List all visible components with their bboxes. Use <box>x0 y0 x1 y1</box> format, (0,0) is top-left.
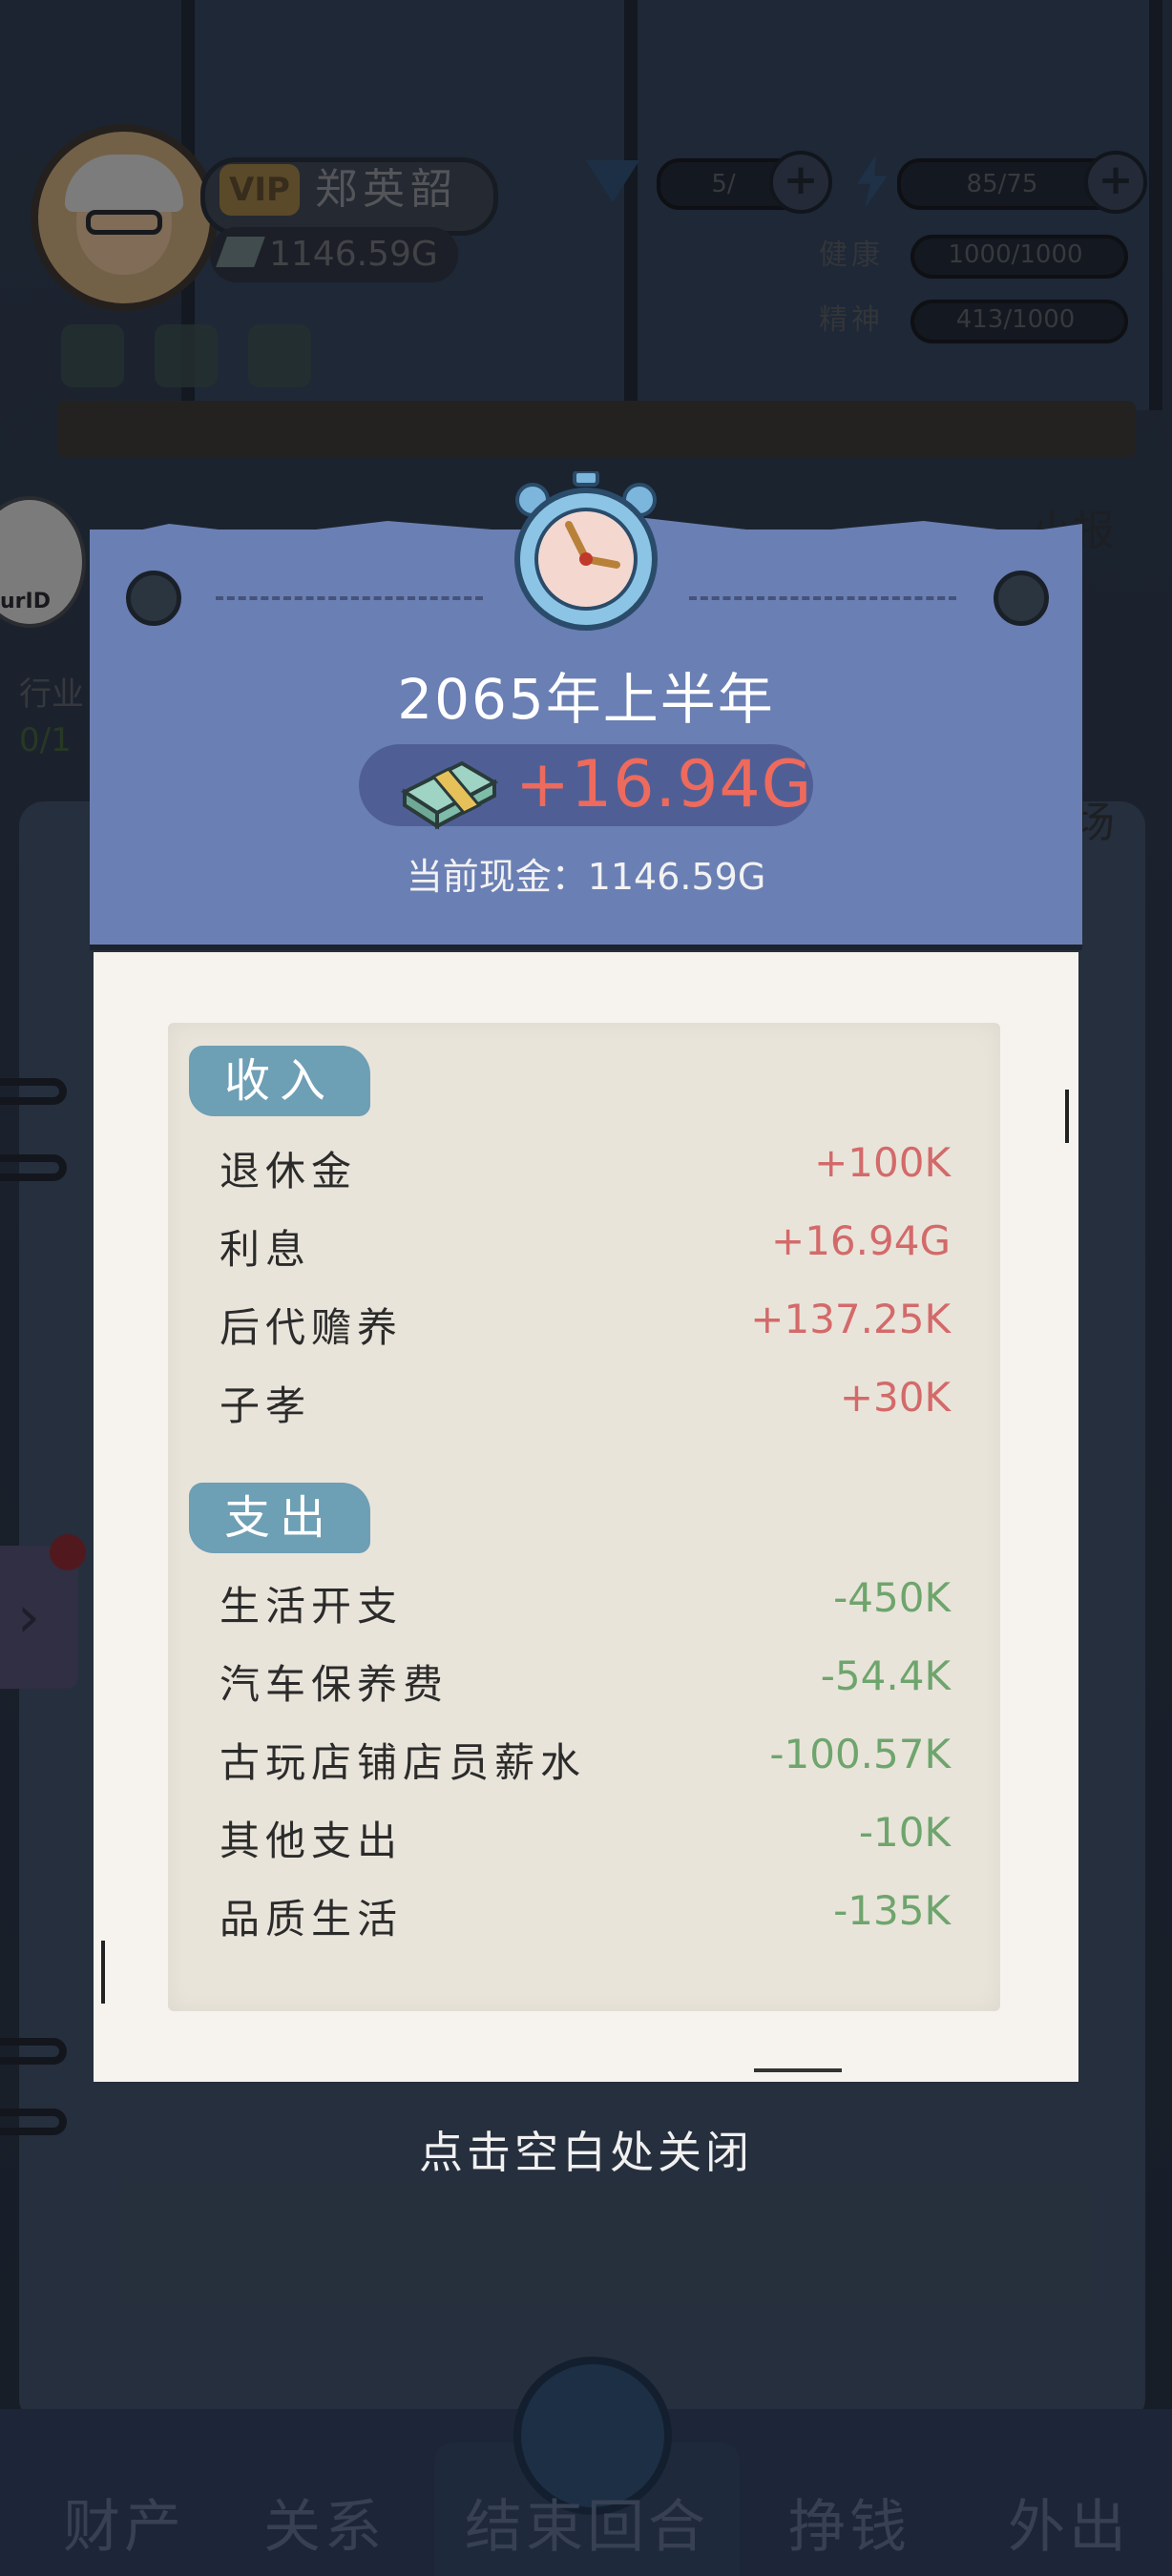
scroll-indicator <box>754 2068 842 2072</box>
income-value: +30K <box>839 1374 951 1421</box>
income-section-title: 收入 <box>189 1046 370 1116</box>
expense-value: -100.57K <box>769 1731 951 1777</box>
expense-value: -54.4K <box>820 1652 951 1699</box>
scroll-indicator <box>1065 1090 1069 1143</box>
income-label: 利息 <box>220 1226 312 1273</box>
expense-value: -135K <box>833 1887 951 1934</box>
alarm-clock-icon <box>514 471 658 631</box>
expense-label: 古玩店铺店员薪水 <box>220 1739 587 1786</box>
pin-icon <box>126 571 181 626</box>
income-value: +100K <box>814 1139 951 1186</box>
header-divider <box>689 596 956 600</box>
expense-label: 生活开支 <box>220 1583 404 1630</box>
current-cash: 当前现金：1146.59G <box>406 856 766 898</box>
expense-label: 其他支出 <box>220 1818 404 1864</box>
cash-stack-icon <box>400 760 499 830</box>
scroll-indicator <box>101 1941 105 2004</box>
expense-section-title: 支出 <box>189 1483 370 1553</box>
expense-label: 品质生活 <box>220 1896 404 1942</box>
income-label: 退休金 <box>220 1148 358 1195</box>
header-divider <box>216 596 483 600</box>
expense-value: -10K <box>858 1809 951 1856</box>
expense-value: -450K <box>833 1574 951 1621</box>
pin-icon <box>994 571 1049 626</box>
income-label: 后代赡养 <box>220 1304 404 1351</box>
income-value: +16.94G <box>771 1217 951 1264</box>
turn-gain: +16.94G <box>515 747 813 822</box>
income-value: +137.25K <box>750 1296 951 1342</box>
income-label: 子孝 <box>220 1382 312 1429</box>
period-title: 2065年上半年 <box>397 667 775 732</box>
close-hint: 点击空白处关闭 <box>419 2127 753 2178</box>
expense-label: 汽车保养费 <box>220 1661 450 1708</box>
